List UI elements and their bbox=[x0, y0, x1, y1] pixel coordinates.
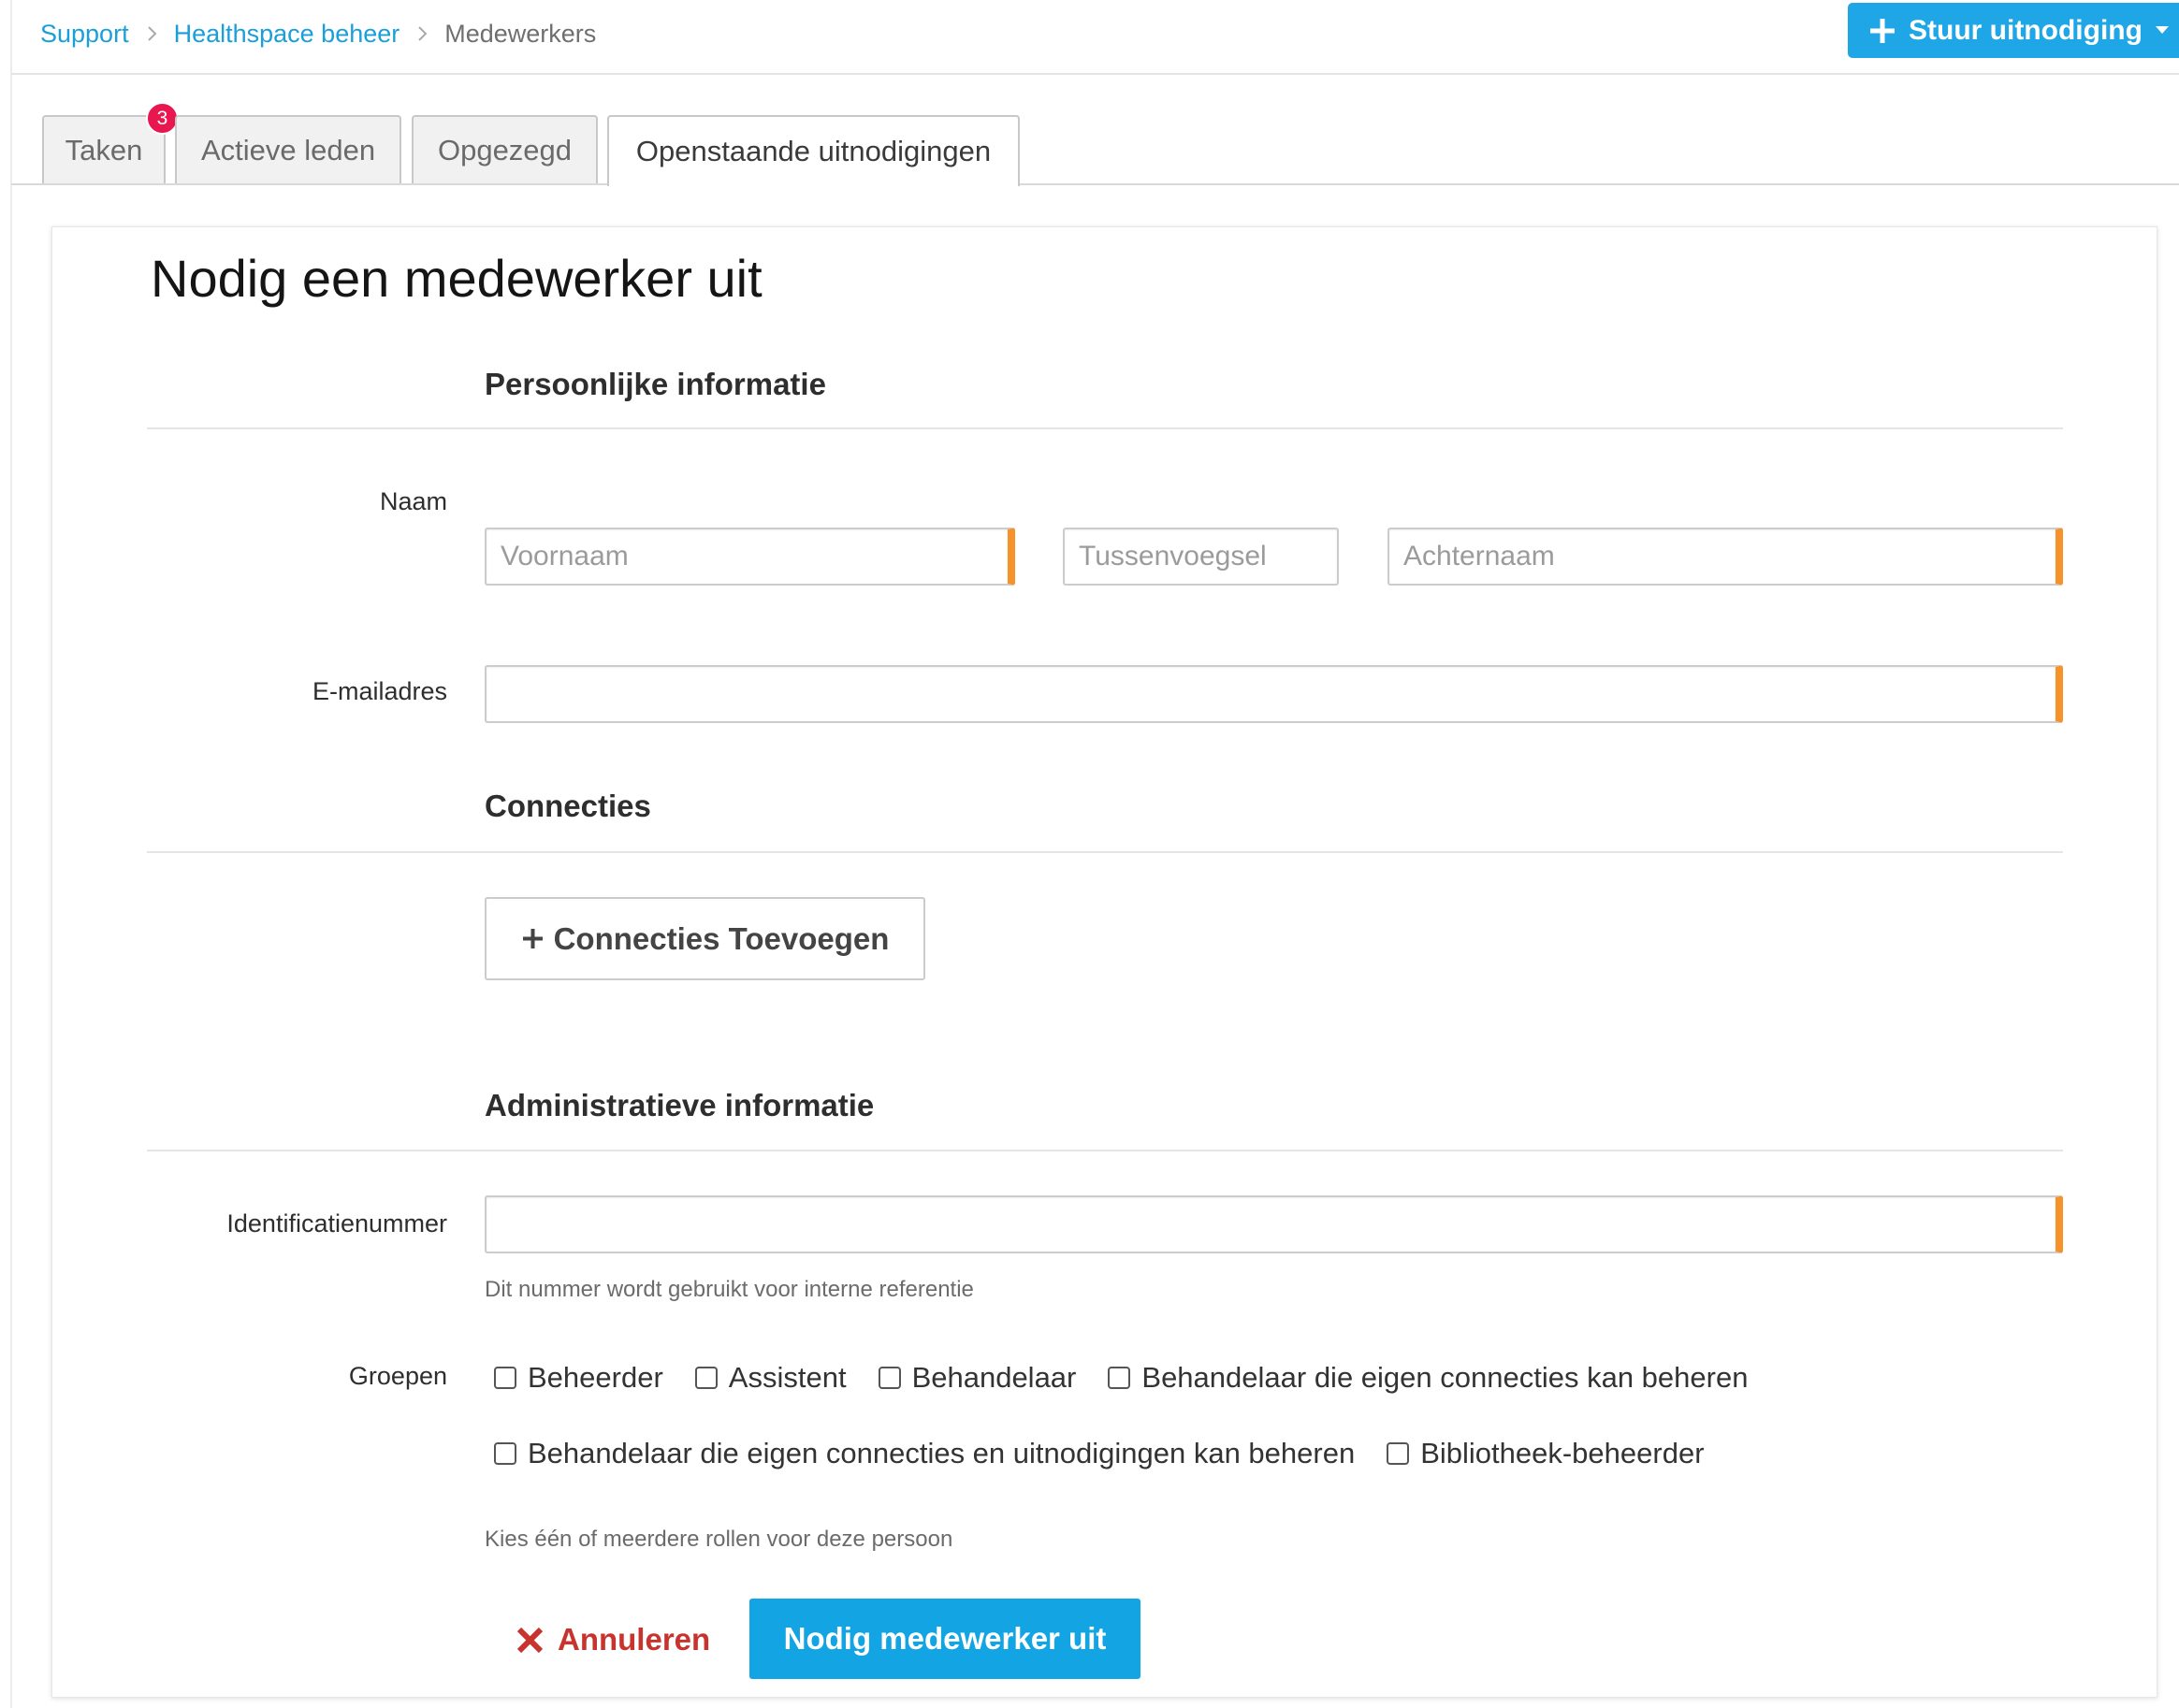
name-label: Naam bbox=[379, 487, 447, 515]
cancel-label: Annuleren bbox=[558, 1622, 711, 1657]
add-connections-button[interactable]: Connecties Toevoegen bbox=[485, 897, 925, 980]
tab-actieve-leden[interactable]: Actieve leden bbox=[175, 115, 401, 184]
section-heading-administrative: Administratieve informatie bbox=[485, 1088, 875, 1122]
breadcrumb-current: Medewerkers bbox=[444, 19, 597, 48]
behandelaar-eigen-connecties-checkbox[interactable] bbox=[1108, 1367, 1131, 1389]
tab-label: Opgezegd bbox=[437, 134, 573, 166]
behandelaar-connecties-uitnodigingen-checkbox[interactable] bbox=[494, 1442, 516, 1465]
tab-openstaande-uitnodigingen[interactable]: Openstaande uitnodigingen bbox=[607, 115, 1020, 186]
last-name-input[interactable] bbox=[1387, 528, 2063, 586]
groups-row: Behandelaar die eigen connecties en uitn… bbox=[494, 1435, 1736, 1472]
infix-input[interactable] bbox=[1063, 528, 1339, 586]
beheerder-checkbox[interactable] bbox=[494, 1367, 516, 1389]
cancel-button[interactable]: Annuleren bbox=[515, 1616, 710, 1663]
tab-label: Openstaande uitnodigingen bbox=[635, 135, 992, 167]
add-connections-label: Connecties Toevoegen bbox=[553, 920, 890, 956]
assistent-checkbox[interactable] bbox=[694, 1367, 718, 1389]
group-option-behandelaar-connecties-uitnodigingen[interactable]: Behandelaar die eigen connecties en uitn… bbox=[494, 1437, 1355, 1470]
group-option-assistent[interactable]: Assistent bbox=[694, 1361, 847, 1395]
id-number-input[interactable] bbox=[485, 1195, 2063, 1253]
group-option-label: Behandelaar die eigen connecties en uitn… bbox=[528, 1437, 1356, 1469]
group-option-label: Bibliotheek-beheerder bbox=[1420, 1437, 1705, 1469]
breadcrumb-link-support[interactable]: Support bbox=[40, 20, 129, 49]
chevron-right-icon bbox=[147, 26, 156, 41]
group-option-behandelaar-eigen-connecties[interactable]: Behandelaar die eigen connecties kan beh… bbox=[1108, 1361, 1748, 1395]
plus-icon bbox=[1870, 18, 1895, 43]
id-number-label: Identificatienummer bbox=[226, 1209, 447, 1238]
group-option-label: Beheerder bbox=[528, 1361, 663, 1394]
section-divider bbox=[147, 427, 2063, 429]
page-left-border bbox=[10, 0, 12, 1708]
group-option-beheerder[interactable]: Beheerder bbox=[494, 1361, 663, 1395]
group-option-label: Assistent bbox=[728, 1361, 847, 1394]
tab-taken[interactable]: Taken 3 bbox=[42, 102, 179, 184]
email-label: E-mailadres bbox=[312, 677, 447, 705]
group-option-bibliotheek-beheerder[interactable]: Bibliotheek-beheerder bbox=[1387, 1437, 1705, 1470]
section-heading-connections: Connecties bbox=[485, 789, 651, 823]
send-invite-label: Stuur uitnodiging bbox=[1909, 14, 2143, 46]
tab-label: Actieve leden bbox=[200, 134, 376, 166]
submit-label: Nodig medewerker uit bbox=[783, 1621, 1107, 1656]
plus-icon bbox=[522, 929, 543, 948]
send-invite-button[interactable]: Stuur uitnodiging bbox=[1848, 3, 2179, 58]
group-option-label: Behandelaar bbox=[911, 1361, 1077, 1394]
first-name-input[interactable] bbox=[485, 528, 1015, 586]
breadcrumb: Support Healthspace beheer Medewerkers bbox=[40, 15, 596, 52]
header-divider bbox=[11, 73, 2179, 75]
breadcrumb-link-healthspace-beheer[interactable]: Healthspace beheer bbox=[174, 20, 400, 49]
section-heading-personal: Persoonlijke informatie bbox=[485, 367, 826, 401]
close-icon bbox=[516, 1627, 544, 1653]
chevron-right-icon bbox=[418, 26, 428, 41]
invite-form-card: Nodig een medewerker uit Persoonlijke in… bbox=[51, 226, 2157, 1698]
invite-employee-submit-button[interactable]: Nodig medewerker uit bbox=[749, 1599, 1140, 1679]
group-option-behandelaar[interactable]: Behandelaar bbox=[878, 1361, 1077, 1395]
page-title: Nodig een medewerker uit bbox=[151, 249, 763, 308]
behandelaar-checkbox[interactable] bbox=[878, 1367, 901, 1389]
groups-help: Kies één of meerdere rollen voor deze pe… bbox=[485, 1527, 953, 1552]
notification-badge: 3 bbox=[146, 102, 179, 135]
groups-row: Beheerder Assistent Behandelaar Behandel… bbox=[494, 1359, 1780, 1397]
tab-bar-divider bbox=[11, 183, 2179, 185]
bibliotheek-beheerder-checkbox[interactable] bbox=[1387, 1442, 1410, 1465]
groups-label: Groepen bbox=[348, 1362, 447, 1390]
email-field[interactable] bbox=[485, 665, 2063, 723]
tab-opgezegd[interactable]: Opgezegd bbox=[412, 115, 598, 184]
tab-label: Taken bbox=[65, 134, 143, 166]
id-number-help: Dit nummer wordt gebruikt voor interne r… bbox=[485, 1277, 974, 1302]
section-divider bbox=[147, 1150, 2063, 1151]
group-option-label: Behandelaar die eigen connecties kan beh… bbox=[1141, 1361, 1749, 1394]
section-divider bbox=[147, 851, 2063, 853]
caret-down-icon[interactable] bbox=[2155, 26, 2169, 35]
